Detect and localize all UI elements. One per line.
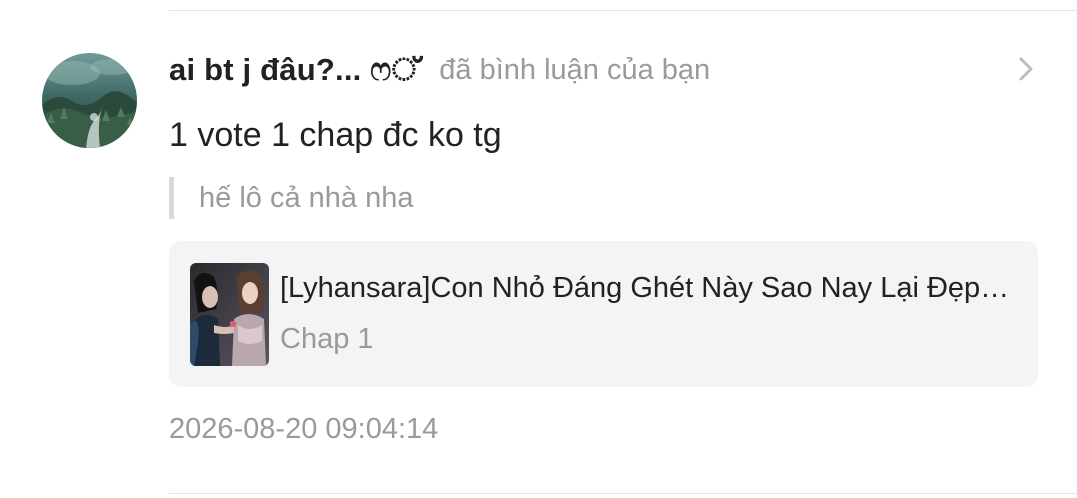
notification-header: ai bt j đâu?... ෆ് đã bình luận của bạn (169, 46, 710, 94)
bottom-divider (169, 493, 1077, 494)
avatar[interactable] (42, 53, 137, 148)
top-divider (169, 10, 1077, 11)
story-card[interactable]: [Lyhansara]Con Nhỏ Đáng Ghét Này Sao Nay… (169, 241, 1038, 387)
story-title[interactable]: [Lyhansara]Con Nhỏ Đáng Ghét Này Sao Nay… (280, 272, 1015, 305)
timestamp: 2026-08-20 09:04:14 (169, 413, 439, 445)
comment-text: 1 vote 1 chap đc ko tg (169, 116, 502, 154)
story-cover (190, 263, 269, 366)
quoted-comment: hế lô cả nhà nha (169, 177, 413, 219)
story-chapter: Chap 1 (280, 323, 374, 355)
chevron-right-icon[interactable] (1013, 54, 1039, 84)
username[interactable]: ai bt j đâu?... ෆ് (169, 52, 419, 89)
avatar-image (42, 53, 137, 148)
action-text: đã bình luận của bạn (439, 53, 711, 86)
story-cover-image (190, 263, 269, 366)
